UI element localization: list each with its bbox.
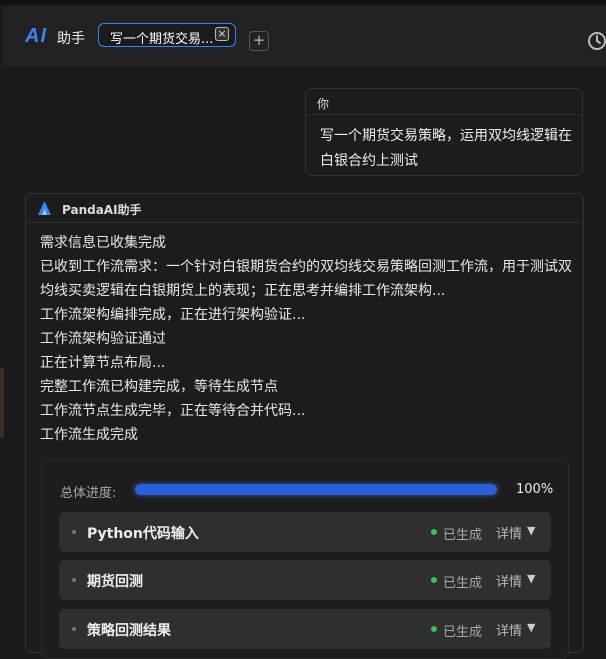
- caret-down-icon[interactable]: ▼: [527, 572, 535, 585]
- log-line: 工作流架构验证通过: [40, 331, 166, 347]
- node-status: 已生成: [443, 528, 483, 543]
- progress-value: 100%: [516, 482, 554, 497]
- details-button[interactable]: 详情: [496, 620, 522, 639]
- status-log: 需求信息已收集完成 已收到工作流需求：一个针对白银期货合约的双均线交易策略回测工…: [40, 231, 575, 447]
- status-dot-icon: [431, 626, 437, 632]
- log-line: 工作流架构编排完成，正在进行架构验证...: [40, 307, 306, 323]
- progress-label: 总体进度:: [60, 486, 117, 501]
- user-message-card: 你 写一个期货交易策略，运用双均线逻辑在白银合约上测试: [305, 88, 583, 176]
- ai-message-card: PandaAI助手 需求信息已收集完成 已收到工作流需求：一个针对白银期货合约的…: [25, 193, 584, 659]
- header-bar: AI 助手 写一个期货交易... × +: [3, 5, 606, 68]
- user-message-text: 写一个期货交易策略，运用双均线逻辑在白银合约上测试: [320, 128, 572, 169]
- tab-conversation[interactable]: 写一个期货交易... ×: [98, 23, 236, 47]
- ai-message-header: PandaAI助手: [26, 194, 583, 223]
- log-line: 完整工作流已构建完成，等待生成节点: [40, 379, 278, 395]
- progress-fill: [135, 484, 497, 495]
- node-name: 策略回测结果: [87, 623, 171, 639]
- node-status: 已生成: [443, 576, 483, 591]
- status-dot-icon: [431, 529, 437, 535]
- log-line: 需求信息已收集完成: [40, 235, 166, 251]
- node-item[interactable]: 期货回测 已生成 详情 ▼: [59, 560, 551, 600]
- add-tab-button[interactable]: +: [249, 31, 269, 51]
- caret-down-icon[interactable]: ▼: [527, 621, 535, 634]
- clock-icon[interactable]: [587, 31, 606, 51]
- log-line: 工作流节点生成完毕，正在等待合并代码...: [40, 403, 306, 419]
- progress-panel: 总体进度: 100% Python代码输入 已生成 详情 ▼ 期货回测 已生成 …: [41, 459, 569, 659]
- user-sender: 你: [317, 97, 330, 111]
- ai-sender: PandaAI助手: [62, 203, 142, 217]
- divider: [306, 114, 582, 115]
- log-line: 工作流生成完成: [40, 427, 138, 443]
- node-name: 期货回测: [87, 574, 143, 590]
- bullet-icon: [72, 627, 76, 631]
- status-dot-icon: [431, 577, 437, 583]
- close-icon[interactable]: ×: [215, 27, 229, 41]
- node-item[interactable]: 策略回测结果 已生成 详情 ▼: [59, 609, 551, 649]
- log-line: 已收到工作流需求：一个针对白银期货合约的双均线交易策略回测工作流，用于测试双均线…: [40, 259, 572, 299]
- details-button[interactable]: 详情: [496, 523, 522, 542]
- node-item[interactable]: Python代码输入 已生成 详情 ▼: [59, 512, 551, 552]
- node-status: 已生成: [443, 625, 483, 640]
- details-button[interactable]: 详情: [496, 571, 522, 590]
- progress-bar: [135, 484, 497, 495]
- left-edge-strip: [0, 368, 4, 438]
- bullet-icon: [72, 578, 76, 582]
- caret-down-icon[interactable]: ▼: [527, 524, 535, 537]
- node-name: Python代码输入: [87, 526, 199, 542]
- log-line: 正在计算节点布局...: [40, 355, 166, 371]
- assistant-title: 助手: [57, 31, 85, 47]
- tab-label: 写一个期货交易...: [110, 32, 214, 47]
- bullet-icon: [72, 530, 76, 534]
- ai-logo: AI: [25, 25, 47, 47]
- panda-logo-icon: [38, 201, 51, 215]
